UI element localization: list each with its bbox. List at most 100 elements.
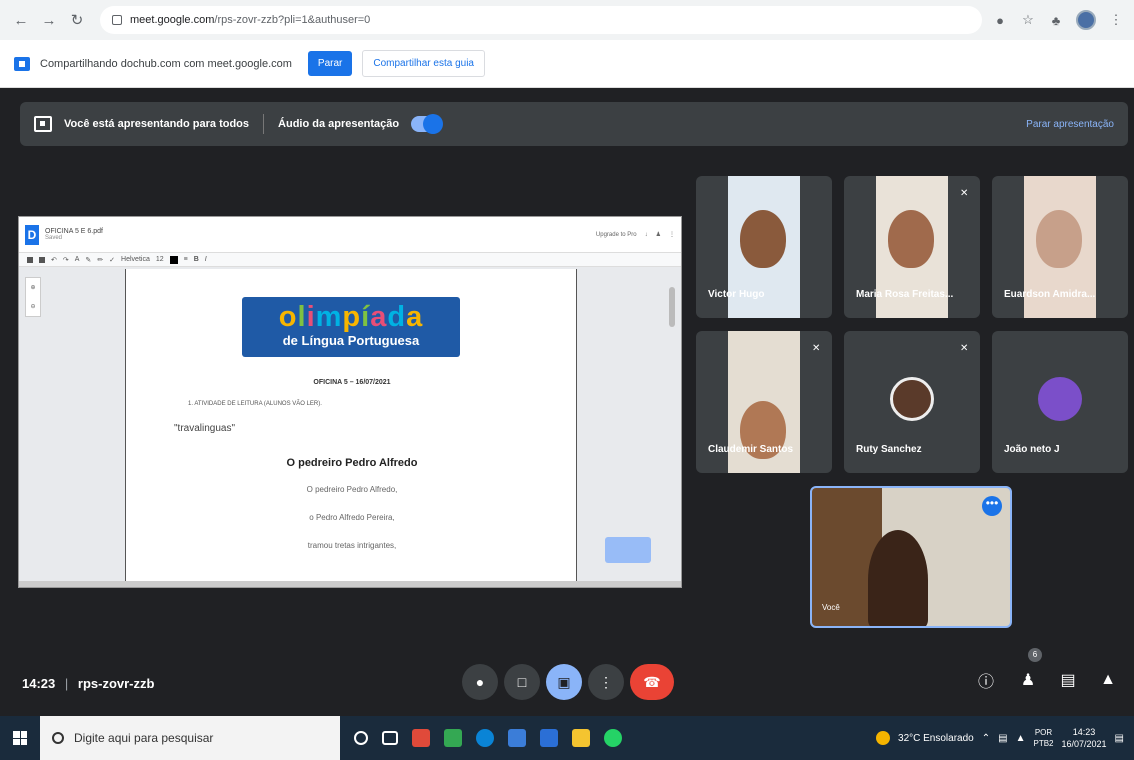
zoom-out-icon[interactable]: ⊖ xyxy=(30,303,35,310)
taskbar-search[interactable]: Digite aqui para pesquisar xyxy=(40,716,340,760)
shared-document[interactable]: D OFICINA 5 E 6.pdf Saved Upgrade to Pro… xyxy=(18,216,682,588)
upgrade-link[interactable]: Upgrade to Pro xyxy=(596,232,637,238)
info-icon: ⓘ xyxy=(977,674,994,691)
url-host: meet.google.com xyxy=(130,14,215,26)
text-tool-icon[interactable]: A xyxy=(75,256,80,263)
color-swatch[interactable] xyxy=(169,255,178,264)
network-icon[interactable]: ▤ xyxy=(998,733,1007,744)
profile-avatar[interactable] xyxy=(1076,10,1096,30)
tool-icon[interactable] xyxy=(27,256,33,263)
mail-icon[interactable] xyxy=(540,729,558,747)
presentation-audio-label: Áudio da apresentação xyxy=(278,118,400,130)
whatsapp-icon[interactable] xyxy=(604,729,622,747)
doc-horizontal-scrollbar[interactable] xyxy=(19,581,681,587)
tray-chevron-icon[interactable]: ⌃ xyxy=(982,733,990,744)
logo-sub-text: de Língua Portuguesa xyxy=(282,333,420,348)
store-icon[interactable] xyxy=(508,729,526,747)
pen-icon[interactable]: ✎ xyxy=(85,256,91,264)
mic-button[interactable]: ● xyxy=(462,664,498,700)
redo-icon[interactable]: ↷ xyxy=(63,256,69,264)
mic-off-icon: ✕ xyxy=(960,343,969,354)
download-icon[interactable]: ↓ xyxy=(645,232,648,238)
meeting-info-button[interactable]: ⓘ xyxy=(972,666,1000,694)
chrome-active-icon[interactable] xyxy=(444,729,462,747)
browser-actions: ● ☆ ♣ ⋮ xyxy=(992,10,1124,30)
size-select[interactable]: 12 xyxy=(156,256,164,263)
start-button[interactable] xyxy=(0,716,40,760)
clock-time: 14:23 xyxy=(1072,727,1096,737)
doc-page: olimpíada de Língua Portuguesa OFICINA 5… xyxy=(125,269,577,587)
tool-icon[interactable] xyxy=(39,256,45,263)
more-vert-icon: ⋮ xyxy=(599,673,613,690)
taskbar-clock[interactable]: 14:23 16/07/2021 xyxy=(1062,726,1107,750)
user-icon[interactable]: ♟ xyxy=(656,231,661,238)
stop-presenting-link[interactable]: Parar apresentação xyxy=(1026,119,1114,130)
undo-icon[interactable]: ↶ xyxy=(51,256,57,264)
align-icon[interactable]: ≡ xyxy=(184,256,188,263)
people-count-badge: 6 xyxy=(1028,648,1042,662)
cortana-icon[interactable] xyxy=(354,731,368,745)
share-this-tab-button[interactable]: Compartilhar esta guia xyxy=(362,50,485,77)
logo-letter: o xyxy=(278,301,298,333)
volume-icon[interactable]: ▲ xyxy=(1016,733,1026,744)
more-options-button[interactable]: ⋮ xyxy=(588,664,624,700)
present-screen-icon: ▣ xyxy=(557,673,571,690)
participant-tile[interactable]: Euardson Amidra... xyxy=(992,176,1128,318)
chrome-icon[interactable] xyxy=(412,729,430,747)
language-code: POR xyxy=(1034,728,1053,737)
zoom-in-icon[interactable]: ⊕ xyxy=(30,284,35,291)
chat-button[interactable]: ▤ xyxy=(1054,666,1082,694)
logo-main-text: olimpíada xyxy=(242,297,460,333)
clock-date: 16/07/2021 xyxy=(1061,739,1107,749)
edge-icon[interactable] xyxy=(476,729,494,747)
weather-text[interactable]: 32°C Ensolarado xyxy=(898,733,974,744)
camera-indicator-icon[interactable]: ● xyxy=(992,12,1008,28)
participant-avatar xyxy=(890,377,934,421)
browser-toolbar: ← → ↻ meet.google.com/rps-zovr-zzb?pli=1… xyxy=(0,0,1134,40)
highlighter-icon[interactable]: ✏ xyxy=(97,256,103,264)
font-select[interactable]: Helvetica xyxy=(121,256,150,263)
zoom-panel: ⊕ ⊖ xyxy=(25,277,41,317)
language-indicator[interactable]: POR PTB2 xyxy=(1033,727,1053,749)
address-bar[interactable]: meet.google.com/rps-zovr-zzb?pli=1&authu… xyxy=(100,6,982,34)
self-view-tile[interactable]: ••• Você xyxy=(810,486,1012,628)
presentation-audio-toggle[interactable] xyxy=(411,114,444,134)
logo-letter: l xyxy=(297,301,307,333)
mic-off-icon: ✕ xyxy=(960,188,969,199)
floating-comment-button[interactable] xyxy=(605,537,651,563)
forward-arrow-icon[interactable]: → xyxy=(38,9,60,31)
star-icon[interactable]: ☆ xyxy=(1020,12,1036,28)
bold-icon[interactable]: B xyxy=(194,256,199,263)
camera-button[interactable]: □ xyxy=(504,664,540,700)
olimpiada-logo: olimpíada de Língua Portuguesa xyxy=(242,297,460,357)
meeting-details[interactable]: 14:23 | rps-zovr-zzb xyxy=(22,676,154,691)
participant-tile[interactable]: ✕ Ruty Sanchez xyxy=(844,331,980,473)
file-explorer-icon[interactable] xyxy=(572,729,590,747)
participant-name: Euardson Amidra... xyxy=(1004,289,1096,300)
participant-tile[interactable]: ✕ Maria Rosa Freitas... xyxy=(844,176,980,318)
meeting-time: 14:23 xyxy=(22,676,56,691)
notification-icon[interactable]: ▤ xyxy=(1115,733,1124,744)
participant-name: Ruty Sanchez xyxy=(856,444,922,455)
present-button[interactable]: ▣ xyxy=(546,664,582,700)
stop-sharing-button[interactable]: Parar xyxy=(307,51,353,76)
participant-tile[interactable]: João neto J xyxy=(992,331,1128,473)
windows-taskbar: Digite aqui para pesquisar 32°C Ensolara… xyxy=(0,716,1134,760)
italic-icon[interactable]: I xyxy=(205,256,207,263)
participant-tile[interactable]: Victor Hugo xyxy=(696,176,832,318)
doc-scrollbar[interactable] xyxy=(669,287,675,327)
task-view-icon[interactable] xyxy=(382,731,398,745)
activities-button[interactable]: ▲ xyxy=(1094,666,1122,694)
participant-tile[interactable]: ✕ Claudemir Santos xyxy=(696,331,832,473)
leave-call-button[interactable]: ☎ xyxy=(630,664,674,700)
trava-text: "travalinguas" xyxy=(174,423,236,434)
extensions-icon[interactable]: ♣ xyxy=(1048,12,1064,28)
menu-dots-icon[interactable]: ⋮ xyxy=(1108,12,1124,28)
sharing-message: Compartilhando dochub.com com meet.googl… xyxy=(40,57,292,70)
more-icon[interactable]: ⋮ xyxy=(669,231,675,238)
reload-icon[interactable]: ↻ xyxy=(66,9,88,31)
check-icon[interactable]: ✓ xyxy=(109,256,115,264)
back-arrow-icon[interactable]: ← xyxy=(10,9,32,31)
people-button[interactable]: ♟ xyxy=(1014,666,1042,694)
self-more-options-button[interactable]: ••• xyxy=(982,496,1002,516)
